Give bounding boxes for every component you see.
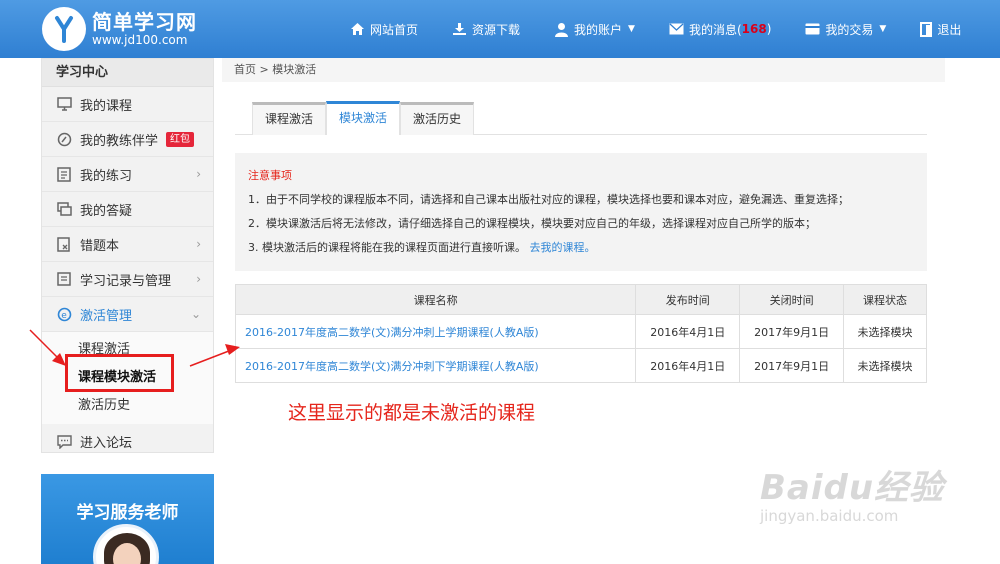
arrow-left-icon xyxy=(29,329,66,366)
watermark-url: jingyan.baidu.com xyxy=(760,507,899,525)
watermark-logo: Baidu经验 xyxy=(760,468,945,508)
baidu-jingyan-watermark: Baidu经验 jingyan.baidu.com xyxy=(760,460,950,540)
annotation-text: 这里显示的都是未激活的课程 xyxy=(288,402,536,424)
arrow-right-icon xyxy=(189,344,240,367)
